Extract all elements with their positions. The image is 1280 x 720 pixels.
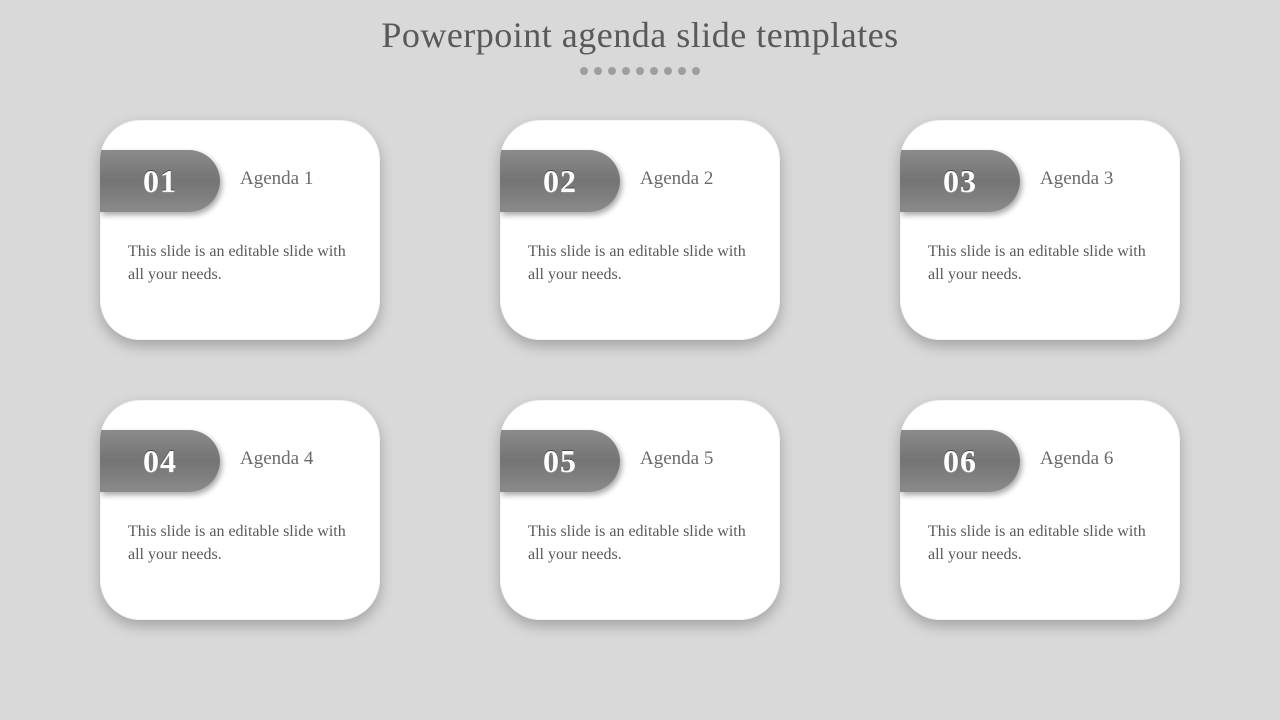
card-number: 03 <box>943 163 977 200</box>
decorative-dots <box>0 62 1280 80</box>
agenda-card: 03 Agenda 3 This slide is an editable sl… <box>900 120 1180 340</box>
dot-icon <box>692 67 700 75</box>
agenda-card: 01 Agenda 1 This slide is an editable sl… <box>100 120 380 340</box>
dot-icon <box>622 67 630 75</box>
agenda-card: 06 Agenda 6 This slide is an editable sl… <box>900 400 1180 620</box>
card-label: Agenda 6 <box>1040 448 1113 470</box>
number-tab: 05 <box>500 430 620 492</box>
dot-icon <box>678 67 686 75</box>
card-description: This slide is an editable slide with all… <box>928 520 1152 566</box>
slide-title: Powerpoint agenda slide templates <box>0 0 1280 56</box>
card-description: This slide is an editable slide with all… <box>928 240 1152 286</box>
number-tab: 06 <box>900 430 1020 492</box>
dot-icon <box>664 67 672 75</box>
number-tab: 01 <box>100 150 220 212</box>
dot-icon <box>636 67 644 75</box>
agenda-grid: 01 Agenda 1 This slide is an editable sl… <box>0 120 1280 620</box>
dot-icon <box>608 67 616 75</box>
card-label: Agenda 4 <box>240 448 313 470</box>
card-label: Agenda 1 <box>240 168 313 190</box>
dot-icon <box>580 67 588 75</box>
card-label: Agenda 3 <box>1040 168 1113 190</box>
card-description: This slide is an editable slide with all… <box>128 520 352 566</box>
card-number: 02 <box>543 163 577 200</box>
dot-icon <box>594 67 602 75</box>
card-number: 04 <box>143 443 177 480</box>
dot-icon <box>650 67 658 75</box>
card-label: Agenda 2 <box>640 168 713 190</box>
card-number: 01 <box>143 163 177 200</box>
number-tab: 03 <box>900 150 1020 212</box>
card-description: This slide is an editable slide with all… <box>128 240 352 286</box>
card-description: This slide is an editable slide with all… <box>528 520 752 566</box>
number-tab: 04 <box>100 430 220 492</box>
number-tab: 02 <box>500 150 620 212</box>
card-number: 06 <box>943 443 977 480</box>
card-label: Agenda 5 <box>640 448 713 470</box>
agenda-card: 05 Agenda 5 This slide is an editable sl… <box>500 400 780 620</box>
agenda-card: 04 Agenda 4 This slide is an editable sl… <box>100 400 380 620</box>
card-number: 05 <box>543 443 577 480</box>
card-description: This slide is an editable slide with all… <box>528 240 752 286</box>
agenda-card: 02 Agenda 2 This slide is an editable sl… <box>500 120 780 340</box>
